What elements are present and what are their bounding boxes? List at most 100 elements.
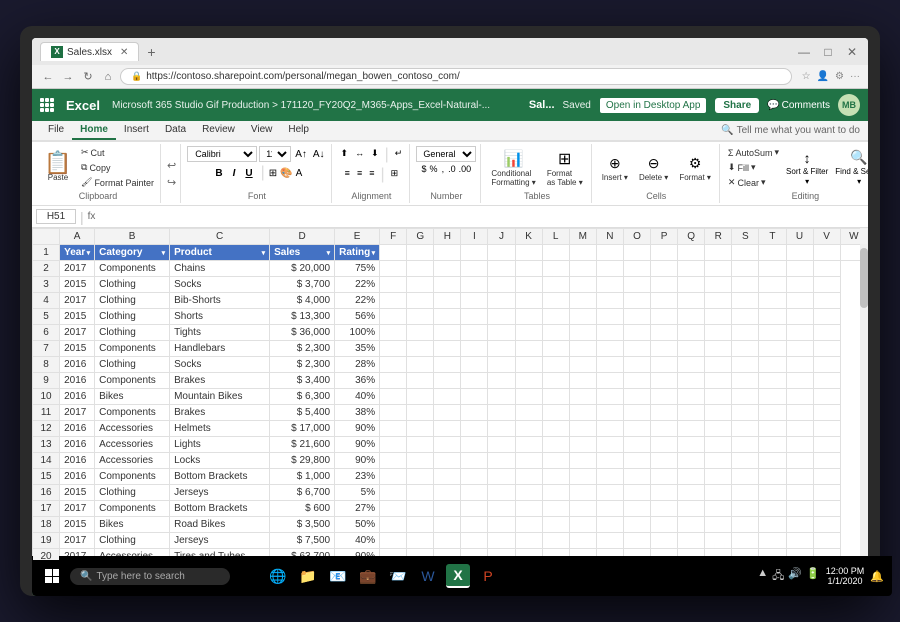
header-year[interactable]: Year ▾	[60, 245, 95, 261]
cell-category[interactable]: Accessories	[95, 437, 170, 453]
clock[interactable]: 12:00 PM 1/1/2020	[826, 566, 865, 586]
cell-sales[interactable]: $ 6,700	[270, 485, 335, 501]
cell-product[interactable]: Bib-Shorts	[170, 293, 270, 309]
cell-product[interactable]: Brakes	[170, 373, 270, 389]
row-num-4[interactable]: 4	[33, 293, 60, 309]
col-header-E[interactable]: E	[335, 229, 380, 245]
mail-icon[interactable]: 📧	[326, 564, 350, 588]
open-desktop-btn[interactable]: Open in Desktop App	[599, 97, 708, 114]
cell-category[interactable]: Components	[95, 501, 170, 517]
format-cells-btn[interactable]: ⚙ Format ▾	[675, 151, 715, 184]
cell-year[interactable]: 2015	[60, 517, 95, 533]
cell-year[interactable]: 2016	[60, 469, 95, 485]
row-num-3[interactable]: 3	[33, 277, 60, 293]
cell-sales[interactable]: $ 36,000	[270, 325, 335, 341]
cell-year[interactable]: 2015	[60, 341, 95, 357]
row-num-13[interactable]: 13	[33, 437, 60, 453]
col-header-A[interactable]: A	[60, 229, 95, 245]
undo-btn[interactable]: ↩	[167, 159, 176, 172]
profile-icon[interactable]: 👤	[817, 71, 829, 82]
cell-year[interactable]: 2016	[60, 453, 95, 469]
cell-product[interactable]: Locks	[170, 453, 270, 469]
cut-btn[interactable]: ✂ Cut	[79, 146, 156, 159]
cell-product[interactable]: Brakes	[170, 405, 270, 421]
ribbon-tab-review[interactable]: Review	[194, 121, 243, 140]
start-button[interactable]	[40, 564, 64, 588]
cell-rating[interactable]: 23%	[335, 469, 380, 485]
align-middle-btn[interactable]: ↔	[352, 146, 367, 164]
row-num-20[interactable]: 20	[33, 549, 60, 561]
cell-product[interactable]: Handlebars	[170, 341, 270, 357]
network-icon[interactable]: 🖧	[772, 567, 784, 586]
vertical-scrollbar[interactable]	[860, 228, 868, 560]
cell-category[interactable]: Bikes	[95, 389, 170, 405]
decrease-decimal-btn[interactable]: .0	[448, 164, 456, 174]
col-header-S[interactable]: S	[732, 229, 759, 245]
maximize-btn[interactable]: □	[820, 45, 836, 59]
cell-category[interactable]: Clothing	[95, 325, 170, 341]
align-bottom-btn[interactable]: ⬇	[368, 146, 382, 164]
underline-btn[interactable]: U	[241, 166, 256, 181]
cell-rating[interactable]: 27%	[335, 501, 380, 517]
increase-font-btn[interactable]: A↑	[293, 148, 309, 161]
align-center-btn[interactable]: ≡	[354, 166, 365, 184]
col-header-U[interactable]: U	[786, 229, 813, 245]
cell-product[interactable]: Tights	[170, 325, 270, 341]
cell-rating[interactable]: 56%	[335, 309, 380, 325]
col-header-I[interactable]: I	[461, 229, 488, 245]
increase-decimal-btn[interactable]: .00	[459, 164, 472, 174]
cell-year[interactable]: 2016	[60, 437, 95, 453]
border-btn[interactable]: ⊞	[269, 168, 277, 179]
row-num-5[interactable]: 5	[33, 309, 60, 325]
cell-category[interactable]: Accessories	[95, 453, 170, 469]
excel-taskbar-icon[interactable]: X	[446, 564, 470, 588]
cell-rating[interactable]: 36%	[335, 373, 380, 389]
row-num-17[interactable]: 17	[33, 501, 60, 517]
cell-sales[interactable]: $ 6,300	[270, 389, 335, 405]
autosum-btn[interactable]: Σ AutoSum ▾	[726, 146, 781, 159]
row-num-9[interactable]: 9	[33, 373, 60, 389]
more-icon[interactable]: ···	[850, 71, 860, 82]
cell-category[interactable]: Clothing	[95, 277, 170, 293]
sheet-grid[interactable]: A B C D E F G H I J K L M	[32, 228, 868, 560]
col-header-R[interactable]: R	[705, 229, 732, 245]
font-size-select[interactable]: 11	[259, 146, 291, 162]
battery-icon[interactable]: 🔋	[806, 567, 820, 586]
cell-sales[interactable]: $ 5,400	[270, 405, 335, 421]
cell-category[interactable]: Components	[95, 405, 170, 421]
cell-year[interactable]: 2017	[60, 501, 95, 517]
cell-rating[interactable]: 28%	[335, 357, 380, 373]
clear-btn[interactable]: ✕ Clear ▾	[726, 176, 781, 189]
cell-category[interactable]: Components	[95, 469, 170, 485]
file-explorer-icon[interactable]: 📁	[296, 564, 320, 588]
task-view-btn[interactable]: ⊞	[236, 564, 260, 588]
cell-product[interactable]: Mountain Bikes	[170, 389, 270, 405]
header-product[interactable]: Product ▾	[170, 245, 270, 261]
cell-year[interactable]: 2016	[60, 421, 95, 437]
taskbar-search[interactable]: 🔍 Type here to search	[70, 568, 230, 585]
cell-product[interactable]: Chains	[170, 261, 270, 277]
cell-product[interactable]: Socks	[170, 357, 270, 373]
row-num-6[interactable]: 6	[33, 325, 60, 341]
format-table-btn[interactable]: ⊞ Formatas Table ▾	[543, 147, 587, 189]
cell-product[interactable]: Bottom Brackets	[170, 501, 270, 517]
cell-category[interactable]: Clothing	[95, 309, 170, 325]
row-num-12[interactable]: 12	[33, 421, 60, 437]
cell-category[interactable]: Accessories	[95, 421, 170, 437]
cell-rating[interactable]: 90%	[335, 437, 380, 453]
col-header-C[interactable]: C	[170, 229, 270, 245]
fill-btn[interactable]: ⬇ Fill ▾	[726, 161, 781, 174]
cell-product[interactable]: Lights	[170, 437, 270, 453]
cell-year[interactable]: 2017	[60, 533, 95, 549]
refresh-btn[interactable]: ↻	[80, 70, 96, 83]
cell-rating[interactable]: 35%	[335, 341, 380, 357]
format-painter-btn[interactable]: 🖌 Format Painter	[79, 176, 156, 189]
cell-year[interactable]: 2015	[60, 485, 95, 501]
cell-category[interactable]: Clothing	[95, 533, 170, 549]
cell-sales[interactable]: $ 2,300	[270, 357, 335, 373]
cell-year[interactable]: 2017	[60, 293, 95, 309]
powerpoint-icon[interactable]: P	[476, 564, 500, 588]
col-header-H[interactable]: H	[434, 229, 461, 245]
cell-year[interactable]: 2015	[60, 277, 95, 293]
col-header-W[interactable]: W	[840, 229, 867, 245]
